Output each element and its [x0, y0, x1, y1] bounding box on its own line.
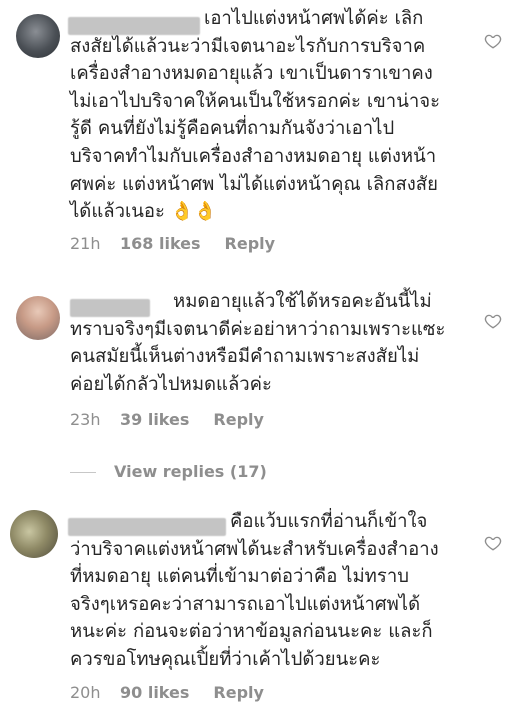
divider	[70, 472, 96, 473]
comment-3: คือแว้บแรกที่อ่านก็เข้าใจ ว่าบริจาคแต่งห…	[0, 506, 532, 706]
reply-button[interactable]: Reply	[213, 683, 264, 703]
heart-outline-icon[interactable]	[484, 534, 502, 552]
comment-2: หมดอายุแล้วใช้ได้หรอคะอันนี้ไม่ ทราบจริง…	[0, 290, 532, 440]
comment-meta: 20h 90 likes Reply	[70, 683, 264, 703]
comment-text: เอาไปแต่งหน้าศพได้ค่ะ เลิก สงสัยได้แล้วน…	[70, 8, 441, 223]
comment-meta: 23h 39 likes Reply	[70, 410, 264, 430]
heart-outline-icon[interactable]	[484, 312, 502, 330]
comment-1: เอาไปแต่งหน้าศพได้ค่ะ เลิก สงสัยได้แล้วน…	[0, 0, 532, 270]
timestamp: 20h	[70, 683, 101, 702]
like-count[interactable]: 168 likes	[120, 234, 201, 254]
like-count[interactable]: 90 likes	[120, 683, 189, 703]
reply-button[interactable]: Reply	[225, 234, 276, 254]
comment-text: คือแว้บแรกที่อ่านก็เข้าใจ ว่าบริจาคแต่งห…	[70, 511, 439, 670]
avatar[interactable]	[16, 14, 60, 58]
view-replies-button[interactable]: View replies (17)	[70, 461, 267, 483]
comment-text: หมดอายุแล้วใช้ได้หรอคะอันนี้ไม่ ทราบจริง…	[70, 291, 446, 395]
like-count[interactable]: 39 likes	[120, 410, 189, 430]
avatar[interactable]	[10, 510, 58, 558]
view-replies-label[interactable]: View replies (17)	[114, 462, 267, 481]
avatar[interactable]	[16, 296, 60, 340]
heart-outline-icon[interactable]	[484, 32, 502, 50]
reply-button[interactable]: Reply	[213, 410, 264, 430]
timestamp: 21h	[70, 234, 101, 253]
timestamp: 23h	[70, 410, 101, 429]
comment-meta: 21h 168 likes Reply	[70, 234, 275, 254]
